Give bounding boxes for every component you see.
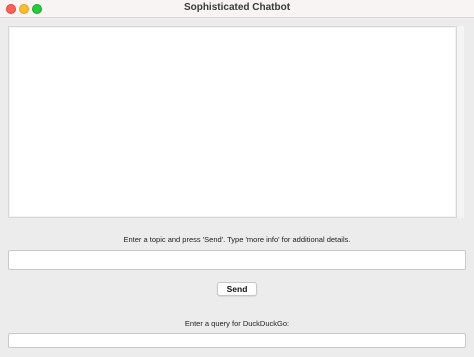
title-bar: Sophisticated Chatbot — [0, 0, 474, 18]
duckduckgo-query-input[interactable] — [8, 333, 466, 348]
duckduckgo-query-label: Enter a query for DuckDuckGo: — [184, 319, 290, 328]
send-button[interactable]: Send — [217, 282, 257, 296]
app-window: Sophisticated Chatbot Enter a topic and … — [0, 0, 474, 357]
window-title: Sophisticated Chatbot — [183, 2, 291, 13]
chat-scrollbar[interactable] — [457, 26, 464, 218]
topic-input[interactable] — [8, 250, 466, 270]
topic-instruction-label: Enter a topic and press 'Send'. Type 'mo… — [123, 235, 351, 244]
chat-display-area[interactable] — [8, 26, 457, 218]
